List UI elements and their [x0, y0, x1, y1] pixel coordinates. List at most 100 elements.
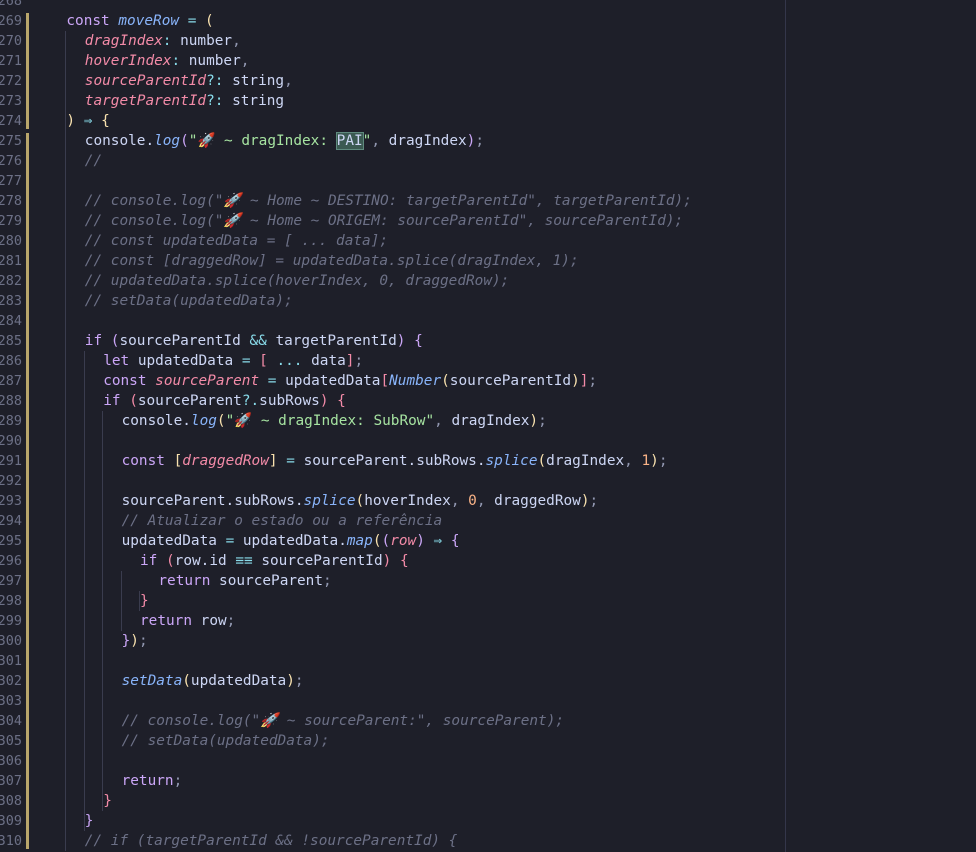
code-line[interactable]: dragIndex: number, [85, 31, 241, 51]
code-token: ?: [206, 93, 233, 109]
code-token: sourceParent.subRows. [303, 453, 486, 469]
code-token: sourceParentId [261, 553, 383, 569]
line-number-gutter: 268 269 270 271 272 273 274 275 276 277 278 279 280 2… [0, 0, 22, 852]
code-token: log [190, 413, 217, 429]
code-line[interactable]: // const updatedData = [ ... data]; [85, 231, 388, 251]
code-token: return [140, 613, 201, 629]
code-line[interactable]: // console.log("🚀 ~ Home ~ DESTINO: targ… [85, 191, 692, 211]
code-token: ( [166, 553, 175, 569]
code-token: ) [650, 453, 659, 469]
code-line[interactable]: // Atualizar o estado ou a referência [122, 511, 443, 531]
line-number: 277 [0, 173, 22, 189]
code-token: sourceParentId [449, 373, 572, 389]
code-line[interactable]: // [85, 151, 102, 171]
code-token: ( [180, 133, 189, 149]
code-token: const [66, 13, 119, 29]
code-token: string [232, 73, 285, 89]
code-token: ; [354, 353, 364, 369]
code-line[interactable]: const [draggedRow] = sourceParent.subRow… [122, 451, 668, 471]
code-editor[interactable]: 268 269 270 271 272 273 274 275 276 277 278 279 280 2… [0, 0, 976, 852]
code-token: && [249, 333, 276, 349]
line-number: 301 [0, 653, 22, 669]
code-line[interactable]: console.log("🚀 ~ dragIndex: PAI", dragIn… [85, 131, 484, 151]
code-token: dragIndex [451, 413, 530, 429]
code-line[interactable]: return row; [140, 611, 235, 631]
code-token: ( [182, 673, 191, 689]
code-line[interactable]: console.log("🚀 ~ dragIndex: SubRow", dra… [122, 411, 547, 431]
code-line[interactable]: const moveRow = ( [66, 11, 213, 31]
code-line[interactable]: targetParentId?: string [85, 91, 284, 111]
code-token: if [140, 553, 166, 569]
code-area[interactable]: const moveRow = (dragIndex: number, hover… [48, 0, 784, 852]
code-token: ) [382, 553, 392, 569]
code-token: , [232, 33, 241, 49]
code-token: updatedData. [242, 533, 347, 549]
code-line[interactable]: updatedData = updatedData.map((row) ⇒ { [122, 531, 460, 551]
line-number: 288 [0, 393, 22, 409]
code-line[interactable]: if (row.id ≡≡ sourceParentId) { [140, 551, 409, 571]
code-line[interactable]: } [140, 591, 149, 611]
code-line[interactable]: // if (targetParentId && !sourceParentId… [85, 831, 458, 851]
line-number: 274 [0, 113, 22, 129]
code-line[interactable]: } [85, 811, 94, 831]
code-token: return [121, 773, 174, 789]
code-line[interactable]: // updatedData.splice(hoverIndex, 0, dra… [85, 271, 510, 291]
code-line[interactable]: sourceParent.subRows.splice(hoverIndex, … [122, 491, 599, 511]
code-token: string [232, 93, 285, 109]
code-token: draggedRow [494, 493, 581, 509]
indent-guide [139, 591, 140, 611]
line-number: 304 [0, 713, 22, 729]
code-token: // console.log("🚀 ~ Home ~ ORIGEM: sourc… [84, 213, 684, 229]
code-token: , [624, 453, 642, 469]
code-line[interactable]: hoverIndex: number, [85, 51, 250, 71]
code-line[interactable]: // setData(updatedData); [122, 731, 330, 751]
line-number: 308 [0, 793, 22, 809]
code-token: // Atualizar o estado ou a referência [121, 513, 443, 529]
code-line[interactable]: sourceParentId?: string, [85, 71, 293, 91]
code-token: if [84, 333, 111, 349]
code-line[interactable]: } [103, 791, 112, 811]
code-token: console. [84, 133, 155, 149]
code-line[interactable]: return; [122, 771, 183, 791]
code-token: splice [485, 453, 538, 469]
code-token: if [103, 393, 130, 409]
code-token: = [179, 13, 206, 29]
code-token: ; [294, 673, 304, 689]
code-token: } [121, 633, 131, 649]
line-number: 305 [0, 733, 22, 749]
code-token: // const [draggedRow] = updatedData.spli… [84, 253, 579, 269]
code-line[interactable]: let updatedData = [ ... data]; [103, 351, 363, 371]
code-token: row [390, 533, 417, 549]
code-line[interactable]: // console.log("🚀 ~ sourceParent:", sour… [122, 711, 564, 731]
code-line[interactable]: const sourceParent = updatedData[Number(… [103, 371, 597, 391]
code-token: ( [205, 13, 214, 29]
code-line[interactable]: if (sourceParent?.subRows) { [103, 391, 346, 411]
code-token: subRows [259, 393, 320, 409]
code-line[interactable]: setData(updatedData); [122, 671, 304, 691]
code-token: { [337, 393, 346, 409]
code-token: draggedRow [182, 453, 269, 469]
line-number: 292 [0, 473, 22, 489]
code-token: { [399, 553, 409, 569]
code-token: number [180, 33, 233, 49]
code-line[interactable]: // const [draggedRow] = updatedData.spli… [85, 251, 579, 271]
code-line[interactable]: // setData(updatedData); [85, 291, 293, 311]
code-token: dragIndex [546, 453, 625, 469]
code-token: ) [286, 673, 295, 689]
code-line[interactable]: if (sourceParentId && targetParentId) { [85, 331, 423, 351]
line-number: 299 [0, 613, 22, 629]
code-token: ( [441, 373, 450, 389]
code-line[interactable]: return sourceParent; [158, 571, 331, 591]
code-token: hoverIndex [84, 53, 172, 69]
line-number: 309 [0, 813, 22, 829]
code-token: PAI [335, 132, 364, 150]
code-token: ( [355, 493, 365, 509]
code-line[interactable]: // console.log("🚀 ~ Home ~ ORIGEM: sourc… [85, 211, 683, 231]
code-line[interactable]: ) ⇒ { [66, 111, 109, 131]
code-token: sourceParent.subRows. [121, 493, 304, 509]
code-token: : [162, 33, 181, 49]
code-line[interactable]: }); [122, 631, 148, 651]
code-token: ?. [241, 393, 260, 409]
line-number: 269 [0, 13, 22, 29]
line-number: 278 [0, 193, 22, 209]
